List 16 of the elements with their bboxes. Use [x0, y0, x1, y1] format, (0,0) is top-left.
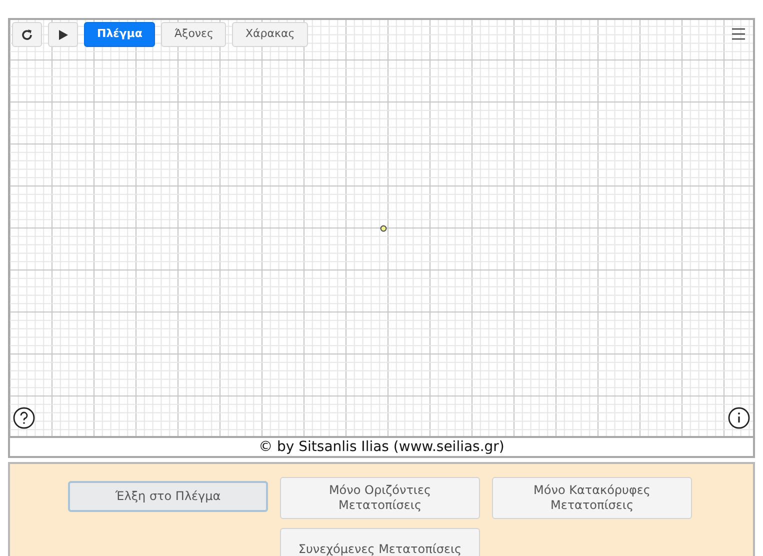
credit-text: © by Sitsanlis Ilias (www.seilias.gr): [258, 440, 504, 454]
toolbar-tab[interactable]: Άξονες: [161, 22, 226, 47]
option-button[interactable]: Μόνο Κατακόρυφες Μετατοπίσεις: [492, 477, 692, 519]
info-icon[interactable]: [728, 407, 750, 429]
reload-icon: [20, 28, 34, 42]
play-button[interactable]: [48, 22, 78, 47]
menu-icon[interactable]: [732, 28, 745, 40]
toolbar-tab[interactable]: Πλέγμα: [84, 22, 156, 47]
play-icon: [57, 28, 69, 40]
option-button[interactable]: Μόνο Οριζόντιες Μετατοπίσεις: [280, 477, 480, 519]
option-button[interactable]: Έλξη στο Πλέγμα: [68, 481, 268, 512]
option-button[interactable]: Συνεχόμενες Μετατοπίσεις: [280, 528, 480, 556]
reload-button[interactable]: [12, 22, 42, 47]
toolbar-tab[interactable]: Χάρακας: [232, 22, 308, 47]
help-icon[interactable]: [13, 407, 35, 429]
point-icon[interactable]: [380, 225, 387, 232]
